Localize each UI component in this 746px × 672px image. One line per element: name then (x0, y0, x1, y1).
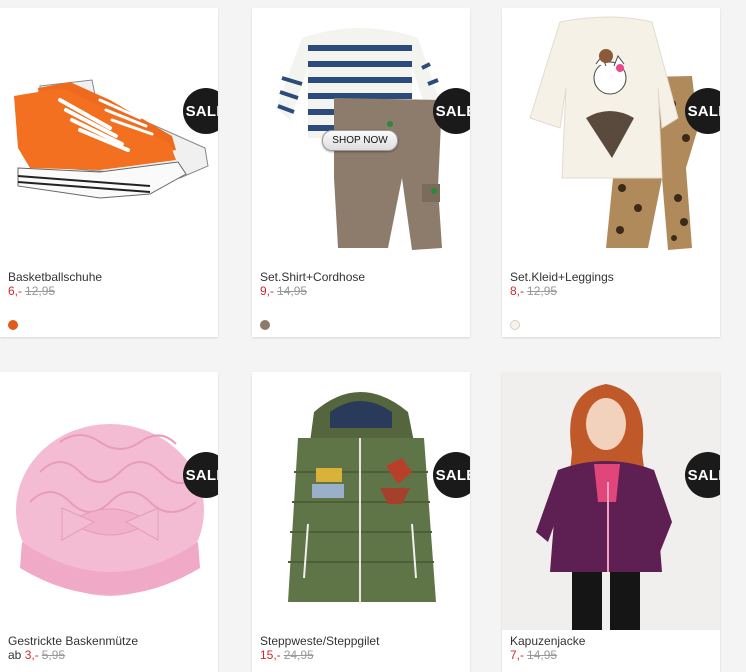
puffer-vest-image (288, 392, 436, 602)
product-name[interactable]: Set.Kleid+Leggings (510, 270, 614, 284)
product-price: 15,- 24,95 (260, 648, 314, 662)
knit-beret-image (16, 424, 204, 596)
sale-price: 8,- (510, 284, 525, 298)
product-card[interactable]: SALE Set.Kleid+Leggings 8,-12,95 (502, 8, 720, 337)
sneaker-image (14, 79, 209, 199)
color-swatch[interactable] (260, 320, 270, 330)
color-swatch[interactable] (510, 320, 520, 330)
sale-price: 15,- (260, 648, 281, 662)
sale-price: 6,- (8, 284, 23, 298)
sale-price: 3,- (24, 648, 39, 662)
shop-now-button[interactable]: SHOP NOW (322, 130, 398, 151)
product-image-beret[interactable] (0, 372, 218, 630)
original-price: 14,95 (277, 284, 308, 298)
product-card[interactable]: SHOP NOW SALE Set.Shirt+Cordhose 9,-14,9… (252, 8, 470, 337)
product-card[interactable]: SALE Steppweste/Steppgilet 15,-24,95 (252, 372, 470, 672)
product-image-hoodie[interactable] (502, 372, 720, 630)
product-image-vest[interactable] (252, 372, 470, 630)
product-card[interactable]: SALE Kapuzenjacke 7,-14,95 (502, 372, 720, 672)
product-card[interactable]: SALE Gestrickte Baskenmütze ab 3,-5,95 (0, 372, 218, 672)
product-price: ab 3,- 5,95 (8, 648, 65, 662)
product-price: 7,- 14,95 (510, 648, 557, 662)
original-price: 14,95 (527, 648, 558, 662)
product-card[interactable]: SALE Basketballschuhe 6,-12,95 (0, 8, 218, 337)
product-name[interactable]: Set.Shirt+Cordhose (260, 270, 365, 284)
product-price: 6,- 12,95 (8, 284, 55, 298)
dress-leggings-image (529, 16, 698, 250)
sale-price: 7,- (510, 648, 525, 662)
product-price: 9,- 14,95 (260, 284, 307, 298)
original-price: 12,95 (25, 284, 56, 298)
product-image-dress-set[interactable] (502, 8, 720, 266)
price-prefix: ab (8, 648, 22, 662)
product-name[interactable]: Steppweste/Steppgilet (260, 634, 379, 648)
color-swatch[interactable] (8, 320, 18, 330)
sale-price: 9,- (260, 284, 275, 298)
hoodie-girl-image (536, 384, 672, 630)
original-price: 5,95 (41, 648, 66, 662)
product-image-sneakers[interactable] (0, 8, 218, 266)
product-name[interactable]: Basketballschuhe (8, 270, 102, 284)
original-price: 24,95 (283, 648, 314, 662)
product-name[interactable]: Kapuzenjacke (510, 634, 585, 648)
product-name[interactable]: Gestrickte Baskenmütze (8, 634, 138, 648)
product-price: 8,- 12,95 (510, 284, 557, 298)
original-price: 12,95 (527, 284, 558, 298)
